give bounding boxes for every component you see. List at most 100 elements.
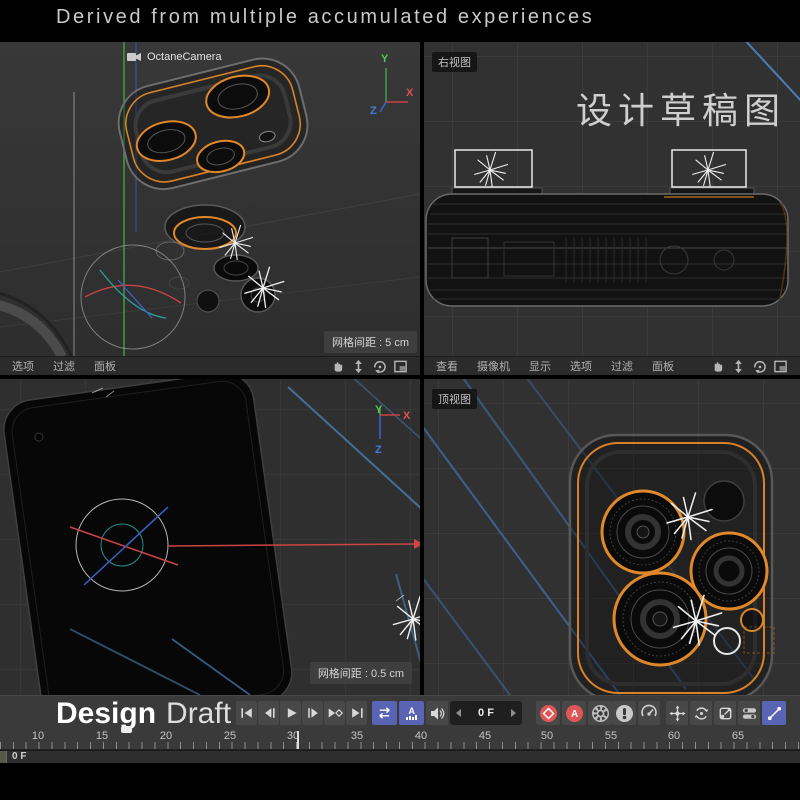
record-rotation-icon: [693, 705, 710, 722]
grid-spacing-badge: 网格间距 : 5 cm: [324, 331, 417, 353]
prev-frame-icon: [261, 706, 277, 720]
watermark-text: 设计草稿图: [576, 82, 786, 134]
menu-view[interactable]: 查看: [436, 358, 458, 374]
autokey-button[interactable]: A: [562, 701, 586, 725]
record-pla-icon: [766, 705, 783, 722]
autokey-letter: A: [571, 709, 578, 720]
record-position-button[interactable]: [666, 701, 688, 725]
goto-end-button[interactable]: [346, 701, 367, 725]
record-rotation-button[interactable]: [690, 701, 712, 725]
axis-y-label: Y: [375, 404, 383, 416]
ruler-tick-label: 30: [278, 730, 308, 742]
view-label-top: 顶视图: [432, 389, 477, 409]
next-frame-button[interactable]: [302, 701, 323, 725]
record-parameter-button[interactable]: [738, 701, 760, 725]
goto-end-icon: [349, 706, 365, 720]
axis-gizmo-perspective: Y X Z: [368, 50, 414, 116]
ruler-tick-label: 55: [596, 730, 626, 742]
camera-label-text: OctaneCamera: [147, 51, 222, 63]
timeline-ruler[interactable]: 10 15 20 25 30 35 40 45 50 55 60 65: [0, 730, 800, 742]
menu-panel[interactable]: 面板: [94, 358, 116, 374]
goto-start-icon: [239, 706, 255, 720]
menu-filter[interactable]: 过滤: [53, 358, 75, 374]
zoom-icon[interactable]: [731, 359, 746, 374]
record-scale-button[interactable]: [714, 701, 736, 725]
menu-display[interactable]: 显示: [529, 358, 551, 374]
ruler-tick-label: 25: [215, 730, 245, 742]
ruler-tick-label: 15: [87, 730, 117, 742]
viewport-perspective: OctaneCamera Y X Z 网格间距 : 5 cm 选项 过滤 面板: [0, 42, 420, 375]
zoom-icon[interactable]: [351, 359, 366, 374]
pan-hand-icon[interactable]: [330, 359, 345, 374]
timeline-playhead[interactable]: [121, 726, 132, 733]
perspective-canvas[interactable]: [0, 42, 420, 357]
axis-z-label: Z: [375, 444, 382, 456]
play-button[interactable]: [280, 701, 301, 725]
ruler-tick-label: 20: [151, 730, 181, 742]
next-key-button[interactable]: [324, 701, 345, 725]
play-sound-button[interactable]: A: [399, 701, 424, 725]
autokey-icon: A: [565, 704, 584, 723]
rotate-icon[interactable]: [752, 359, 767, 374]
timeline-major-tick: [297, 731, 299, 749]
record-mode-button[interactable]: [612, 701, 636, 725]
playback-rate-button[interactable]: [638, 701, 660, 725]
timeline-tick-strip[interactable]: [0, 742, 800, 750]
keyframe-settings-icon: [591, 704, 610, 723]
scrubber-frame-label: 0 F: [12, 751, 26, 763]
brand-light: Draft: [166, 697, 231, 730]
menu-cameras[interactable]: 摄像机: [477, 358, 510, 374]
menu-options[interactable]: 选项: [12, 358, 34, 374]
camera-label[interactable]: OctaneCamera: [126, 50, 222, 64]
speaker-icon: [429, 706, 445, 721]
perspective-menubar: 选项 过滤 面板: [0, 356, 420, 375]
loop-mode-button[interactable]: [372, 701, 397, 725]
view-label-right: 右视图: [432, 52, 477, 72]
page-title: Derived from multiple accumulated experi…: [0, 0, 800, 29]
playback-rate-icon: [640, 704, 658, 722]
timeline-scrubber[interactable]: 0 F: [0, 750, 800, 763]
loop-icon: [376, 706, 393, 720]
title-band: Derived from multiple accumulated experi…: [0, 0, 800, 42]
record-position-icon: [669, 705, 686, 722]
maximize-icon[interactable]: [393, 359, 408, 374]
right-view-menubar: 查看 摄像机 显示 选项 过滤 面板: [424, 356, 800, 375]
ruler-tick-label: 60: [659, 730, 689, 742]
scrubber-handle[interactable]: [0, 751, 7, 763]
pan-hand-icon[interactable]: [710, 359, 725, 374]
sound-a-icon: A: [404, 706, 420, 721]
current-frame-field[interactable]: 0 F: [450, 701, 522, 725]
frame-increment-icon[interactable]: [511, 709, 516, 717]
goto-start-button[interactable]: [236, 701, 257, 725]
menu-panel[interactable]: 面板: [652, 358, 674, 374]
sound-letter: A: [408, 706, 415, 716]
axis-gizmo-front: Y X Z: [366, 403, 412, 463]
ruler-tick-label: 65: [723, 730, 753, 742]
next-key-icon: [326, 706, 344, 720]
viewport-right-view: 右视图 设计草稿图 查看 摄像机 显示 选项 过滤 面板: [424, 42, 800, 375]
axis-z-label: Z: [370, 105, 377, 116]
play-icon: [283, 706, 299, 720]
rotate-icon[interactable]: [372, 359, 387, 374]
maximize-icon[interactable]: [773, 359, 788, 374]
ruler-tick-label: 50: [532, 730, 562, 742]
frame-decrement-icon[interactable]: [456, 709, 461, 717]
record-keyframe-icon: [539, 704, 558, 723]
menu-options[interactable]: 选项: [570, 358, 592, 374]
grid-spacing-badge: 网格间距 : 0.5 cm: [310, 662, 412, 684]
prev-frame-button[interactable]: [258, 701, 279, 725]
next-frame-icon: [305, 706, 321, 720]
viewport-front-view: Y X Z 网格间距 : 0.5 cm: [0, 379, 420, 695]
speaker-button[interactable]: [426, 701, 448, 725]
ruler-tick-label: 40: [406, 730, 436, 742]
top-view-canvas[interactable]: [424, 379, 800, 695]
axis-y-label: Y: [381, 53, 389, 65]
menu-filter[interactable]: 过滤: [611, 358, 633, 374]
record-mode-icon: [615, 704, 634, 723]
axis-x-label: X: [406, 87, 414, 99]
record-pla-button[interactable]: [762, 701, 786, 725]
keyframe-settings-button[interactable]: [588, 701, 612, 725]
record-keyframe-button[interactable]: [536, 701, 560, 725]
record-parameter-icon: [741, 705, 758, 722]
front-view-canvas[interactable]: [0, 379, 420, 695]
